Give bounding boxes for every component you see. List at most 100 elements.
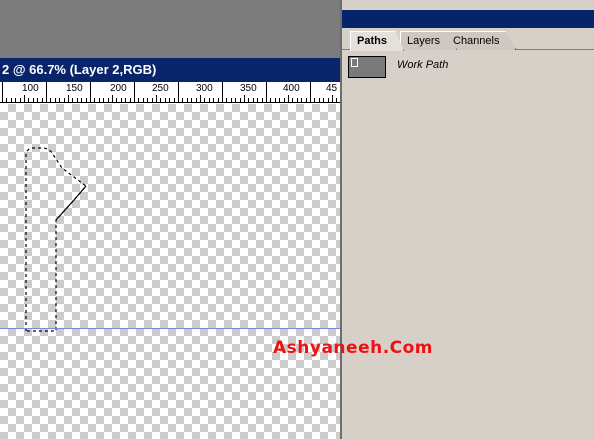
ruler-label-150: 150	[66, 83, 83, 94]
ruler-tick	[156, 95, 157, 102]
ruler-tick	[134, 82, 135, 102]
tab-layers-label: Layers	[407, 35, 441, 47]
horizontal-ruler[interactable]: 100 150 200 250 300 350 400 45	[0, 82, 340, 103]
ruler-tick	[85, 98, 87, 102]
tab-paths[interactable]: Paths	[350, 31, 404, 51]
ruler-tick	[296, 98, 298, 102]
ruler-label-450: 45	[326, 83, 338, 94]
ruler-tick	[191, 98, 193, 102]
ruler-tick	[323, 98, 325, 102]
ruler-tick	[46, 82, 47, 102]
ruler-tick	[59, 98, 61, 102]
ruler-label-250: 250	[152, 83, 169, 94]
marching-ants-selection	[25, 147, 87, 332]
ruler-tick	[235, 98, 237, 102]
ruler-tick	[28, 98, 30, 102]
ruler-tick	[182, 98, 184, 102]
ruler-tick	[112, 95, 113, 102]
ruler-tick	[332, 95, 333, 102]
ruler-tick	[164, 98, 166, 102]
ruler-tick	[314, 98, 316, 102]
ruler-tick	[173, 98, 175, 102]
ruler-tick	[186, 98, 188, 102]
ruler-label-200: 200	[110, 83, 127, 94]
ruler-tick	[261, 98, 263, 102]
ruler-tick	[208, 98, 210, 102]
ruler-tick	[6, 98, 8, 102]
ruler-tick	[257, 98, 259, 102]
ruler-tick	[195, 98, 197, 102]
ruler-tick	[200, 95, 201, 102]
watermark-text: Ashyaneeh.Com	[273, 338, 434, 358]
ruler-tick	[90, 82, 91, 102]
ruler-tick	[283, 98, 285, 102]
ruler-tick	[266, 82, 267, 102]
document-title: 2 @ 66.7% (Layer 2,RGB)	[2, 62, 157, 77]
ruler-tick	[147, 98, 149, 102]
ruler-tick	[226, 98, 228, 102]
ruler-tick	[19, 98, 21, 102]
ruler-tick	[178, 82, 179, 102]
ruler-label-300: 300	[196, 83, 213, 94]
transparent-canvas[interactable]	[0, 104, 340, 439]
ruler-tick	[54, 98, 56, 102]
ruler-tick	[204, 98, 206, 102]
ruler-label-350: 350	[240, 83, 257, 94]
ruler-tick	[103, 98, 105, 102]
ruler-tick	[248, 98, 250, 102]
ruler-tick	[151, 98, 153, 102]
ruler-tick	[252, 98, 254, 102]
ruler-tick	[270, 98, 272, 102]
ruler-tick	[129, 98, 131, 102]
ruler-tick	[116, 98, 118, 102]
ruler-tick	[32, 98, 34, 102]
ruler-tick	[327, 98, 329, 102]
palette-tabs: Channels Layers Paths	[342, 28, 594, 51]
ruler-label-400: 400	[283, 83, 300, 94]
ruler-tick	[239, 98, 241, 102]
path-thumbnail	[348, 56, 386, 78]
ruler-tick	[37, 98, 39, 102]
ruler-label-100: 100	[22, 83, 39, 94]
tab-layers[interactable]: Layers	[400, 31, 458, 50]
document-title-bar[interactable]: 2 @ 66.7% (Layer 2,RGB)	[0, 58, 340, 82]
path-thumbnail-mark	[351, 58, 358, 67]
ruler-tick	[305, 98, 307, 102]
ruler-tick	[222, 82, 223, 102]
ruler-tick	[217, 98, 219, 102]
path-segment	[55, 185, 87, 221]
horizontal-guide[interactable]	[0, 328, 340, 329]
path-name: Work Path	[397, 59, 449, 71]
ruler-tick	[98, 98, 100, 102]
paths-palette: Channels Layers Paths Work Path	[340, 0, 594, 439]
ruler-tick	[288, 95, 289, 102]
ruler-tick	[292, 98, 294, 102]
palette-title-bar[interactable]	[342, 10, 594, 28]
ruler-tick	[160, 98, 162, 102]
ruler-tick	[169, 98, 171, 102]
ruler-tick	[10, 98, 12, 102]
selection-path[interactable]	[0, 104, 340, 439]
ruler-tick	[107, 98, 109, 102]
ruler-tick	[230, 98, 232, 102]
ruler-tick	[301, 98, 303, 102]
ruler-tick	[2, 82, 3, 102]
ruler-tick	[41, 98, 43, 102]
ruler-tick	[310, 82, 311, 102]
ruler-tick	[76, 98, 78, 102]
tab-channels-label: Channels	[453, 35, 500, 47]
path-list-item[interactable]: Work Path	[345, 54, 591, 80]
ruler-tick	[274, 98, 276, 102]
ruler-tick	[336, 98, 338, 102]
ruler-tick	[138, 98, 140, 102]
ruler-tick	[15, 98, 17, 102]
ruler-tick	[68, 95, 69, 102]
document-window: 2 @ 66.7% (Layer 2,RGB) 100 150 200 250 …	[0, 58, 340, 439]
ruler-tick	[63, 98, 65, 102]
ruler-tick	[279, 98, 281, 102]
ruler-tick	[50, 98, 52, 102]
ruler-tick	[318, 98, 320, 102]
ruler-tick	[244, 95, 245, 102]
tab-paths-label: Paths	[357, 35, 387, 47]
tab-channels[interactable]: Channels	[446, 31, 517, 50]
